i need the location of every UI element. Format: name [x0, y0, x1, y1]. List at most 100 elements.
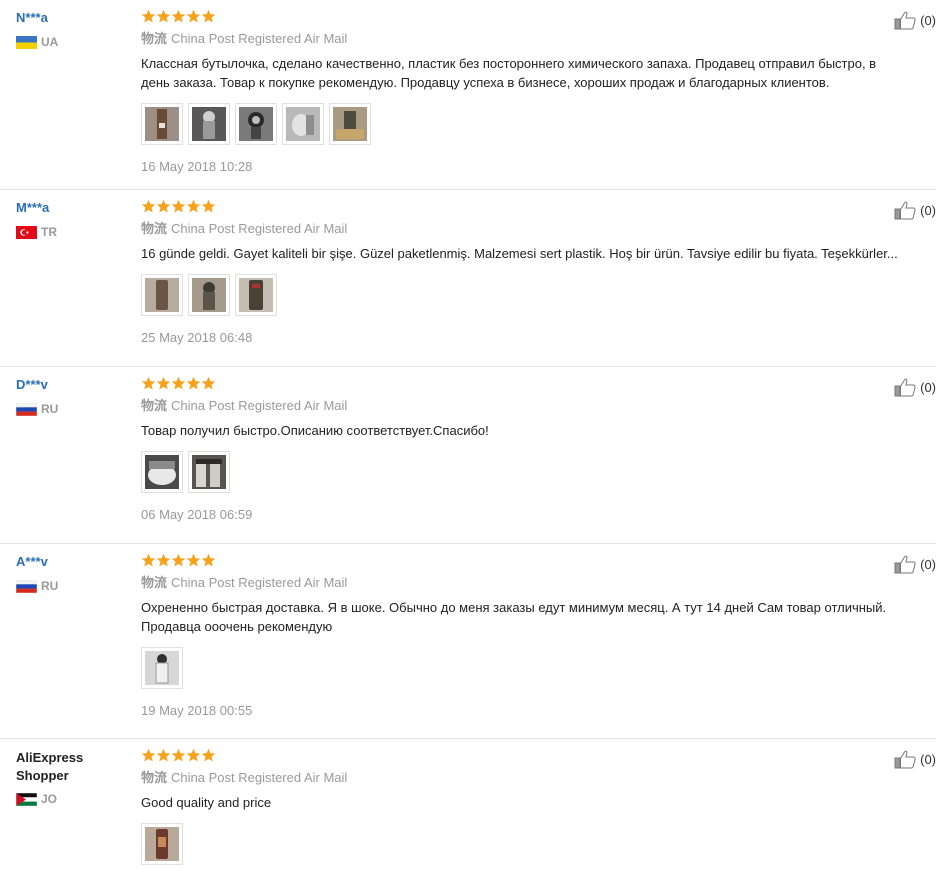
logistics-label: 物流 — [141, 398, 168, 413]
review-photo-thumbnail[interactable] — [235, 103, 277, 145]
flag-jo-icon — [16, 792, 37, 806]
thumbs-up-icon[interactable] — [894, 10, 917, 30]
star-icon — [201, 748, 216, 762]
thumbs-up-icon[interactable] — [894, 554, 917, 574]
star-icon — [141, 376, 156, 390]
review-content: 物流 China Post Registered Air Mail 16 günd… — [141, 199, 898, 345]
reviewer-name: A***v — [16, 554, 48, 569]
review-content: 物流 China Post Registered Air Mail Good qu… — [141, 748, 896, 865]
reviewer-name: AliExpress Shopper — [16, 750, 84, 783]
thumbs-up-icon[interactable] — [894, 749, 917, 769]
review-date: 06 May 2018 06:59 — [141, 507, 253, 522]
logistics-label: 物流 — [141, 31, 168, 46]
review-text: Good quality and price — [141, 795, 272, 810]
review-photos — [141, 823, 896, 865]
star-icon — [156, 553, 171, 567]
flag-ua-icon — [16, 35, 37, 49]
review-photos — [141, 103, 896, 145]
review-photo-thumbnail[interactable] — [188, 451, 230, 493]
star-icon — [201, 9, 216, 23]
thumbs-up-icon[interactable] — [894, 200, 917, 220]
review-date: 16 May 2018 10:28 — [141, 159, 253, 174]
country-code: TR — [41, 225, 57, 239]
helpful-vote[interactable]: (0) — [894, 200, 936, 220]
review-photo-thumbnail[interactable] — [235, 274, 277, 316]
star-icon — [156, 748, 171, 762]
review-item: A***v RU 物流 China Post Registered Air Mai… — [0, 544, 936, 739]
reviewer-info: M***a TR — [16, 200, 131, 239]
review-photo-thumbnail[interactable] — [141, 647, 183, 689]
helpful-vote[interactable]: (0) — [894, 10, 936, 30]
review-photo-thumbnail[interactable] — [282, 103, 324, 145]
star-icon — [171, 199, 186, 213]
review-photos — [141, 274, 896, 316]
review-photo-thumbnail[interactable] — [329, 103, 371, 145]
thumbs-up-icon[interactable] — [894, 377, 917, 397]
logistics-info: 物流 China Post Registered Air Mail — [141, 31, 896, 47]
logistics-service: China Post Registered Air Mail — [171, 770, 348, 785]
review-item: N***a UA 物流 China Post Registered Air Mai… — [0, 0, 936, 190]
helpful-vote[interactable]: (0) — [894, 377, 936, 397]
reviewer-name: M***a — [16, 200, 50, 215]
star-icon — [171, 9, 186, 23]
star-icon — [171, 376, 186, 390]
review-photo-thumbnail[interactable] — [141, 274, 183, 316]
country-code: JO — [41, 792, 58, 806]
reviewer-country: UA — [16, 35, 131, 49]
review-content: 物流 China Post Registered Air Mail Охренен… — [141, 553, 896, 718]
helpful-count: (0) — [920, 556, 936, 572]
star-icon — [156, 199, 171, 213]
star-icon — [201, 199, 216, 213]
review-date: 19 May 2018 00:55 — [141, 703, 253, 718]
reviewer-info: D***v RU — [16, 377, 131, 416]
star-icon — [171, 553, 186, 567]
logistics-info: 物流 China Post Registered Air Mail — [141, 398, 896, 414]
star-icon — [201, 553, 216, 567]
review-item: D***v RU 物流 China Post Registered Air Mai… — [0, 367, 936, 544]
review-photo-thumbnail[interactable] — [141, 103, 183, 145]
star-icon — [186, 376, 201, 390]
review-photo-thumbnail[interactable] — [188, 274, 230, 316]
reviewer-info: AliExpress Shopper JO — [16, 749, 131, 806]
star-rating — [141, 748, 896, 766]
reviewer-country: RU — [16, 579, 131, 593]
helpful-count: (0) — [920, 379, 936, 395]
reviewer-country: TR — [16, 225, 131, 239]
star-icon — [156, 9, 171, 23]
star-icon — [171, 748, 186, 762]
star-icon — [141, 9, 156, 23]
logistics-service: China Post Registered Air Mail — [171, 398, 348, 413]
star-icon — [186, 553, 201, 567]
helpful-count: (0) — [920, 12, 936, 28]
logistics-info: 物流 China Post Registered Air Mail — [141, 770, 896, 786]
review-photo-thumbnail[interactable] — [141, 823, 183, 865]
review-item: M***a TR 物流 China Post Registered Air Mai… — [0, 190, 936, 367]
review-photos — [141, 451, 896, 493]
feedback-list: N***a UA 物流 China Post Registered Air Mai… — [0, 0, 946, 876]
star-rating — [141, 9, 896, 27]
logistics-service: China Post Registered Air Mail — [171, 575, 348, 590]
reviewer-country: JO — [16, 792, 131, 806]
star-rating — [141, 376, 896, 394]
reviewer-info: A***v RU — [16, 554, 131, 593]
star-rating — [141, 553, 896, 571]
logistics-service: China Post Registered Air Mail — [171, 31, 348, 46]
star-icon — [186, 9, 201, 23]
helpful-vote[interactable]: (0) — [894, 749, 936, 769]
flag-ru-icon — [16, 579, 37, 593]
logistics-label: 物流 — [141, 221, 168, 236]
flag-ru-icon — [16, 402, 37, 416]
review-photo-thumbnail[interactable] — [188, 103, 230, 145]
review-content: 物流 China Post Registered Air Mail Товар п… — [141, 376, 896, 522]
star-icon — [201, 376, 216, 390]
star-icon — [186, 748, 201, 762]
star-icon — [141, 553, 156, 567]
review-photo-thumbnail[interactable] — [141, 451, 183, 493]
review-photos — [141, 647, 896, 689]
country-code: RU — [41, 402, 59, 416]
reviewer-name: D***v — [16, 377, 48, 392]
star-icon — [141, 748, 156, 762]
helpful-count: (0) — [920, 751, 936, 767]
logistics-label: 物流 — [141, 575, 168, 590]
helpful-vote[interactable]: (0) — [894, 554, 936, 574]
